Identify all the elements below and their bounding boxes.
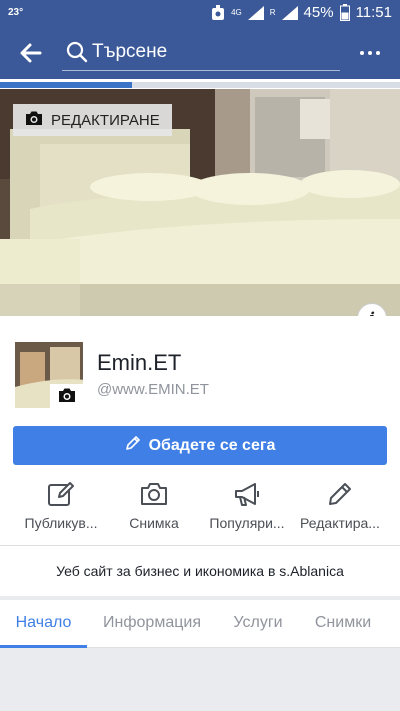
action-label: Снимка (129, 515, 179, 531)
about-text: Уеб сайт за бизнес и икономика в s.Ablan… (0, 546, 400, 596)
clock: 11:51 (355, 4, 392, 21)
battery-icon (339, 4, 350, 21)
battery-percent: 45% (303, 4, 334, 21)
search-input[interactable] (92, 38, 332, 66)
change-profile-photo-button[interactable] (50, 384, 84, 410)
action-label: Редактира... (300, 515, 380, 531)
compose-icon (47, 480, 75, 508)
page-username: @www.EMIN.ET (97, 381, 209, 398)
tab-services[interactable]: Услуги (222, 600, 294, 648)
publish-action[interactable]: Публикув... (11, 478, 111, 540)
pencil-icon (326, 480, 354, 508)
camera-icon (58, 387, 76, 408)
page-name: Emin.ET (97, 350, 182, 375)
promote-action[interactable]: Популяри... (197, 478, 297, 540)
content-area (0, 648, 400, 711)
tab-home[interactable]: Начало (0, 600, 87, 648)
search-bar[interactable] (62, 35, 340, 71)
megaphone-icon (233, 480, 261, 508)
signal-icon (247, 5, 264, 20)
lock-screen-icon (211, 4, 225, 21)
camera-icon (140, 480, 168, 508)
tab-photos[interactable]: Снимки (304, 600, 382, 648)
call-now-button[interactable]: Обадете се сега (13, 426, 387, 465)
call-now-label: Обадете се сега (148, 436, 276, 454)
status-bar: 23° 4G R 45% 11:51 (0, 0, 400, 27)
action-label: Популяри... (209, 515, 285, 531)
edit-cover-button[interactable]: РЕДАКТИРАНЕ (13, 104, 172, 136)
pencil-icon (125, 435, 141, 456)
network-type: 4G (231, 7, 242, 17)
more-options-icon[interactable] (358, 41, 382, 65)
roaming-indicator: R (269, 7, 276, 17)
app-bar (0, 27, 400, 79)
search-icon (66, 41, 88, 63)
page-tabs: Начало Информация Услуги Снимки (0, 600, 400, 648)
photo-action[interactable]: Снимка (104, 478, 204, 540)
status-temperature: 23° (8, 7, 24, 18)
signal-2-icon (281, 5, 298, 20)
loading-progress-bar (0, 82, 132, 88)
page-actions: Публикув... Снимка Популяри... Редактира… (0, 478, 400, 540)
tab-information[interactable]: Информация (92, 600, 212, 648)
camera-icon (25, 110, 43, 130)
action-label: Публикув... (24, 515, 98, 531)
edit-action[interactable]: Редактира... (290, 478, 390, 540)
edit-cover-label: РЕДАКТИРАНЕ (51, 111, 160, 129)
back-arrow-icon[interactable] (18, 40, 44, 66)
